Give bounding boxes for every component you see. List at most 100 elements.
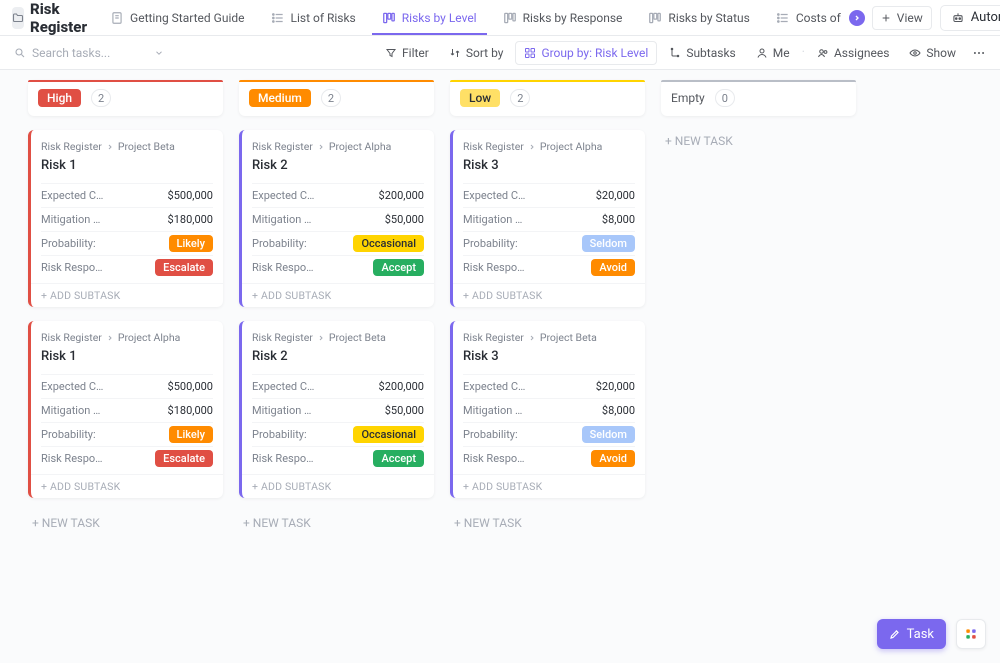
robot-icon — [951, 11, 965, 25]
probability-tag: Likely — [169, 235, 213, 252]
expected-cost-value: $500,000 — [168, 380, 213, 393]
risk-card[interactable]: Risk Register Project Alpha Risk 1 Expec… — [28, 321, 223, 498]
assignees-button[interactable]: Assignees — [809, 42, 897, 64]
field-label: Expected C… — [41, 380, 106, 393]
risk-card[interactable]: Risk Register Project Beta Risk 1 Expect… — [28, 130, 223, 307]
chevron-down-icon[interactable] — [154, 48, 164, 58]
tab-risks-by-response[interactable]: Risks by Response — [492, 1, 634, 35]
crumb-space: Risk Register — [252, 140, 313, 153]
breadcrumb[interactable]: Risk Register Project Alpha — [252, 140, 424, 153]
crumb-space: Risk Register — [41, 331, 102, 344]
subtasks-label: Subtasks — [686, 46, 735, 60]
field-label: Expected C… — [252, 380, 317, 393]
response-tag: Avoid — [591, 259, 635, 276]
add-subtask-button[interactable]: + ADD SUBTASK — [453, 283, 645, 307]
tab-label: Risks by Response — [523, 11, 623, 25]
probability-tag: Seldom — [582, 426, 635, 443]
field-label: Mitigation … — [252, 213, 317, 226]
breadcrumb[interactable]: Risk Register Project Alpha — [41, 331, 213, 344]
column-count: 2 — [91, 89, 111, 107]
sort-label: Sort by — [466, 46, 504, 60]
crumb-project: Project Alpha — [329, 140, 391, 153]
add-subtask-button[interactable]: + ADD SUBTASK — [453, 474, 645, 498]
field-label: Mitigation … — [41, 213, 106, 226]
new-task-button[interactable]: + NEW TASK — [450, 512, 645, 548]
me-label: Me — [773, 46, 790, 60]
field-label: Probability: — [252, 237, 317, 250]
folder-icon — [12, 7, 24, 29]
more-views-badge[interactable] — [849, 10, 865, 26]
filter-button[interactable]: Filter — [377, 42, 437, 64]
filter-icon — [385, 47, 397, 59]
me-button[interactable]: Me — [748, 42, 798, 64]
tab-costs-of[interactable]: Costs of — [765, 1, 868, 35]
tab-label: List of Risks — [291, 11, 356, 25]
breadcrumb[interactable]: Risk Register Project Alpha — [463, 140, 635, 153]
search-input[interactable]: Search tasks... — [14, 46, 164, 60]
tab-risks-by-level[interactable]: Risks by Level — [371, 1, 488, 35]
field-label: Risk Respo… — [41, 261, 106, 274]
toolbar-more-button[interactable] — [968, 42, 990, 64]
add-subtask-button[interactable]: + ADD SUBTASK — [242, 283, 434, 307]
new-task-fab[interactable]: Task — [877, 619, 946, 649]
tab-list-of-risks[interactable]: List of Risks — [260, 1, 367, 35]
mitigation-cost-value: $8,000 — [602, 213, 635, 226]
risk-card[interactable]: Risk Register Project Beta Risk 2 Expect… — [239, 321, 434, 498]
probability-tag: Seldom — [582, 235, 635, 252]
add-subtask-button[interactable]: + ADD SUBTASK — [242, 474, 434, 498]
breadcrumb[interactable]: Risk Register Project Beta — [463, 331, 635, 344]
column-header-medium[interactable]: Medium 2 — [239, 80, 434, 116]
show-button[interactable]: Show — [901, 42, 964, 64]
automate-label: Automate — [971, 10, 1000, 25]
tab-label: Costs of — [796, 11, 841, 25]
response-tag: Accept — [373, 450, 424, 467]
field-label: Mitigation … — [252, 404, 317, 417]
new-task-button[interactable]: + NEW TASK — [661, 130, 856, 166]
risk-card[interactable]: Risk Register Project Alpha Risk 3 Expec… — [450, 130, 645, 307]
add-subtask-button[interactable]: + ADD SUBTASK — [31, 283, 223, 307]
doc-icon — [110, 11, 124, 25]
crumb-project: Project Beta — [540, 331, 597, 344]
field-label: Risk Respo… — [41, 452, 106, 465]
automate-button[interactable]: Automate — [940, 5, 1000, 31]
page-title: Risk Register — [30, 0, 87, 36]
empty-label: Empty — [671, 91, 705, 105]
list-icon — [776, 11, 790, 25]
toolbar: Search tasks... Filter Sort by Group by:… — [0, 36, 1000, 70]
new-task-button[interactable]: + NEW TASK — [239, 512, 434, 548]
new-task-button[interactable]: + NEW TASK — [28, 512, 223, 548]
column-header-empty[interactable]: Empty 0 — [661, 80, 856, 116]
group-by-button[interactable]: Group by: Risk Level — [515, 41, 657, 65]
pencil-icon — [889, 628, 901, 640]
board: High 2 Risk Register Project Beta Risk 1… — [0, 70, 1000, 663]
filter-label: Filter — [402, 46, 429, 60]
breadcrumb[interactable]: Risk Register Project Beta — [252, 331, 424, 344]
card-title: Risk 3 — [463, 344, 635, 374]
field-label: Probability: — [41, 428, 106, 441]
field-label: Expected C… — [463, 189, 528, 202]
subtasks-icon — [669, 47, 681, 59]
add-subtask-button[interactable]: + ADD SUBTASK — [31, 474, 223, 498]
chevron-right-icon — [106, 334, 114, 342]
add-view-button[interactable]: View — [872, 6, 932, 30]
expected-cost-value: $500,000 — [168, 189, 213, 202]
risk-card[interactable]: Risk Register Project Beta Risk 3 Expect… — [450, 321, 645, 498]
field-label: Probability: — [252, 428, 317, 441]
breadcrumb[interactable]: Risk Register Project Beta — [41, 140, 213, 153]
tab-risks-by-status[interactable]: Risks by Status — [637, 1, 760, 35]
sort-button[interactable]: Sort by — [441, 42, 512, 64]
search-placeholder: Search tasks... — [32, 46, 110, 60]
assignees-label: Assignees — [834, 46, 889, 60]
card-title: Risk 2 — [252, 344, 424, 374]
field-label: Mitigation … — [463, 213, 528, 226]
column-header-low[interactable]: Low 2 — [450, 80, 645, 116]
field-label: Expected C… — [252, 189, 317, 202]
group-label: Group by: Risk Level — [541, 46, 648, 60]
column-header-high[interactable]: High 2 — [28, 80, 223, 116]
risk-card[interactable]: Risk Register Project Alpha Risk 2 Expec… — [239, 130, 434, 307]
subtasks-button[interactable]: Subtasks — [661, 42, 743, 64]
tab-getting-started-guide[interactable]: Getting Started Guide — [99, 1, 255, 35]
apps-fab[interactable] — [956, 619, 986, 649]
field-label: Mitigation … — [463, 404, 528, 417]
plus-icon — [881, 13, 891, 23]
